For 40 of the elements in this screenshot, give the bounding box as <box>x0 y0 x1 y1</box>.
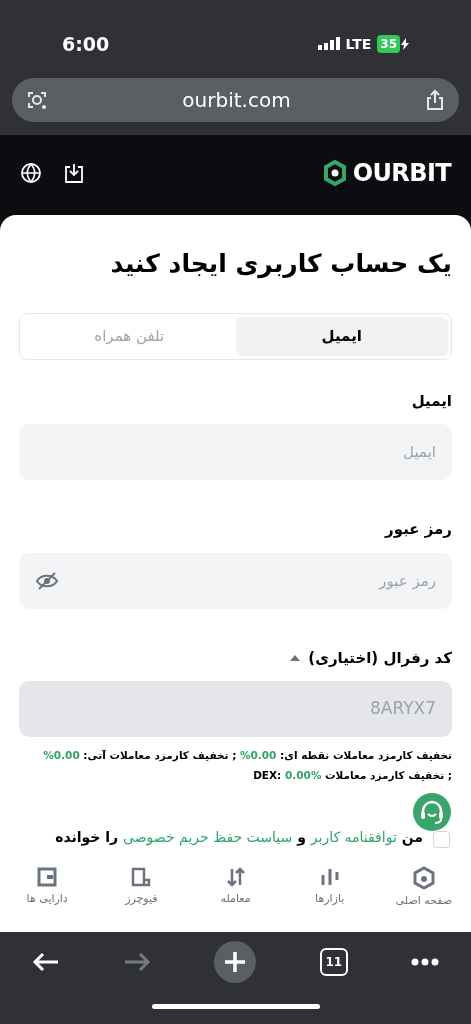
wallet-icon <box>36 866 59 888</box>
field-label: ایمیل <box>410 390 452 412</box>
swap-arrows-icon <box>224 866 247 888</box>
address-bar[interactable]: ourbit.com <box>12 78 459 122</box>
terms-link[interactable]: توافقنامه کاربر <box>310 829 397 845</box>
agreement-text: من توافقنامه کاربر و سیاست حفظ حریم خصوصی را خوانده <box>55 828 423 847</box>
field-label: کد رفرال (اختیاری) <box>308 647 452 669</box>
download-icon[interactable] <box>64 162 84 184</box>
clock-time: 6:00 <box>62 31 110 57</box>
nav-tab[interactable]: فیوچرز <box>101 866 182 908</box>
support-button[interactable] <box>413 793 451 831</box>
hexagon-logo-icon <box>322 159 347 187</box>
tab[interactable]: ایمیل <box>235 316 448 356</box>
new-tab-icon[interactable] <box>214 941 257 983</box>
document-icon <box>130 866 153 888</box>
password-field[interactable]: رمز عبور <box>19 552 452 609</box>
globe-icon[interactable] <box>20 162 42 184</box>
url-text: ourbit.com <box>182 87 291 114</box>
page-title: یک حساب کاربری ایجاد کنید <box>109 248 452 281</box>
checkbox[interactable] <box>433 831 450 848</box>
more-icon[interactable] <box>411 958 440 966</box>
field-label: رمز عبور <box>383 519 452 540</box>
forward-arrow-icon[interactable] <box>123 951 152 973</box>
nav-tab[interactable]: صفحه اصلی <box>383 866 464 910</box>
tab-count-button[interactable]: 11 <box>319 948 348 976</box>
nav-tab[interactable]: دارایی ها <box>7 866 88 908</box>
network-label: LTE <box>345 34 372 54</box>
camera-scan-icon[interactable] <box>26 89 48 111</box>
nav-tab[interactable]: بازارها <box>289 866 370 908</box>
signal-icon <box>317 37 340 51</box>
hexagon-icon <box>412 866 435 890</box>
input-field[interactable]: ایمیل <box>19 424 452 480</box>
share-icon[interactable] <box>425 89 445 111</box>
terms-link[interactable]: سیاست حفظ حریم خصوصی <box>123 829 293 845</box>
back-arrow-icon[interactable] <box>31 951 60 973</box>
headset-icon <box>418 798 446 826</box>
eye-slash-icon[interactable] <box>35 570 59 591</box>
brand-logo[interactable]: OURBIT <box>352 155 451 191</box>
battery-indicator: 35 <box>377 35 400 53</box>
nav-tab[interactable]: معامله <box>195 866 276 908</box>
